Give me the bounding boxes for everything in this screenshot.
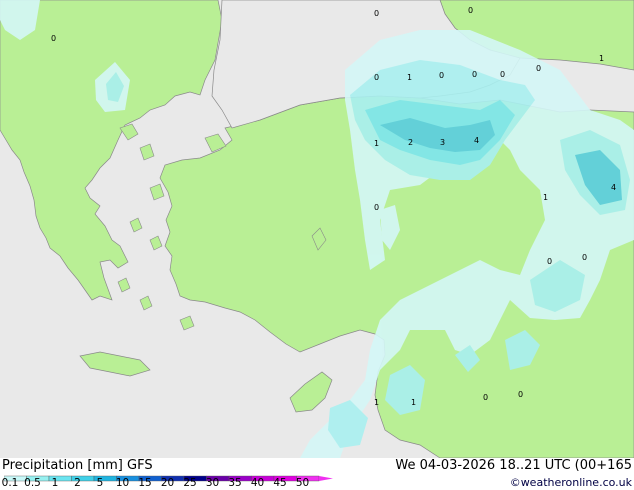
value-label: 0: [374, 203, 379, 212]
value-label: 0: [483, 393, 488, 402]
value-label: 4: [474, 136, 479, 145]
legend-tick-label: 5: [96, 477, 104, 489]
legend-tick-label: 0.1: [1, 477, 19, 489]
legend-tick-label: 35: [228, 477, 242, 489]
map-canvas: 0 0 0 1 0 1 0 0 0 0 1 2 3 4 4 0 1 0 0 1 …: [0, 0, 634, 459]
value-label: 1: [374, 139, 379, 148]
legend-tick-label: 0.5: [24, 477, 41, 489]
value-label: 0: [472, 70, 477, 79]
value-label: 1: [599, 54, 604, 63]
legend-tick-label: 45: [273, 477, 287, 489]
value-label: 0: [468, 6, 473, 15]
legend-tick-label: 25: [183, 477, 197, 489]
map-title: Precipitation [mm] GFS: [2, 458, 153, 473]
value-label: 0: [536, 64, 541, 73]
legend-overflow-arrow: [319, 476, 333, 481]
value-label: 1: [543, 193, 548, 202]
value-label: 2: [408, 138, 413, 147]
value-label: 0: [518, 390, 523, 399]
credit-link[interactable]: ©weatheronline.co.uk: [510, 476, 632, 489]
value-label: 1: [407, 73, 412, 82]
legend-tick-label: 10: [115, 477, 130, 489]
value-label: 4: [611, 183, 616, 192]
legend-tick-label: 20: [160, 477, 175, 489]
map-footer: Precipitation [mm] GFS We 04-03-2026 18.…: [0, 458, 634, 490]
legend-tick-label: 40: [250, 477, 265, 489]
value-label: 0: [500, 70, 505, 79]
value-label: 0: [547, 257, 552, 266]
value-label: 0: [439, 71, 444, 80]
value-label: 1: [411, 398, 416, 407]
value-label: 0: [51, 34, 56, 43]
legend-tick-label: 1: [51, 477, 59, 489]
legend-tick-label: 15: [138, 477, 152, 489]
value-label: 3: [440, 138, 445, 147]
value-label: 1: [374, 398, 379, 407]
legend-tick-label: 30: [205, 477, 220, 489]
value-label: 0: [374, 9, 379, 18]
legend-tick-label: 50: [295, 477, 310, 489]
legend-tick-label: 2: [74, 477, 81, 489]
value-label: 0: [582, 253, 587, 262]
precipitation-map: 0 0 0 1 0 1 0 0 0 0 1 2 3 4 4 0 1 0 0 1 …: [0, 0, 634, 459]
value-label: 0: [374, 73, 379, 82]
forecast-datetime: We 04-03-2026 18..21 UTC (00+165: [395, 458, 632, 473]
